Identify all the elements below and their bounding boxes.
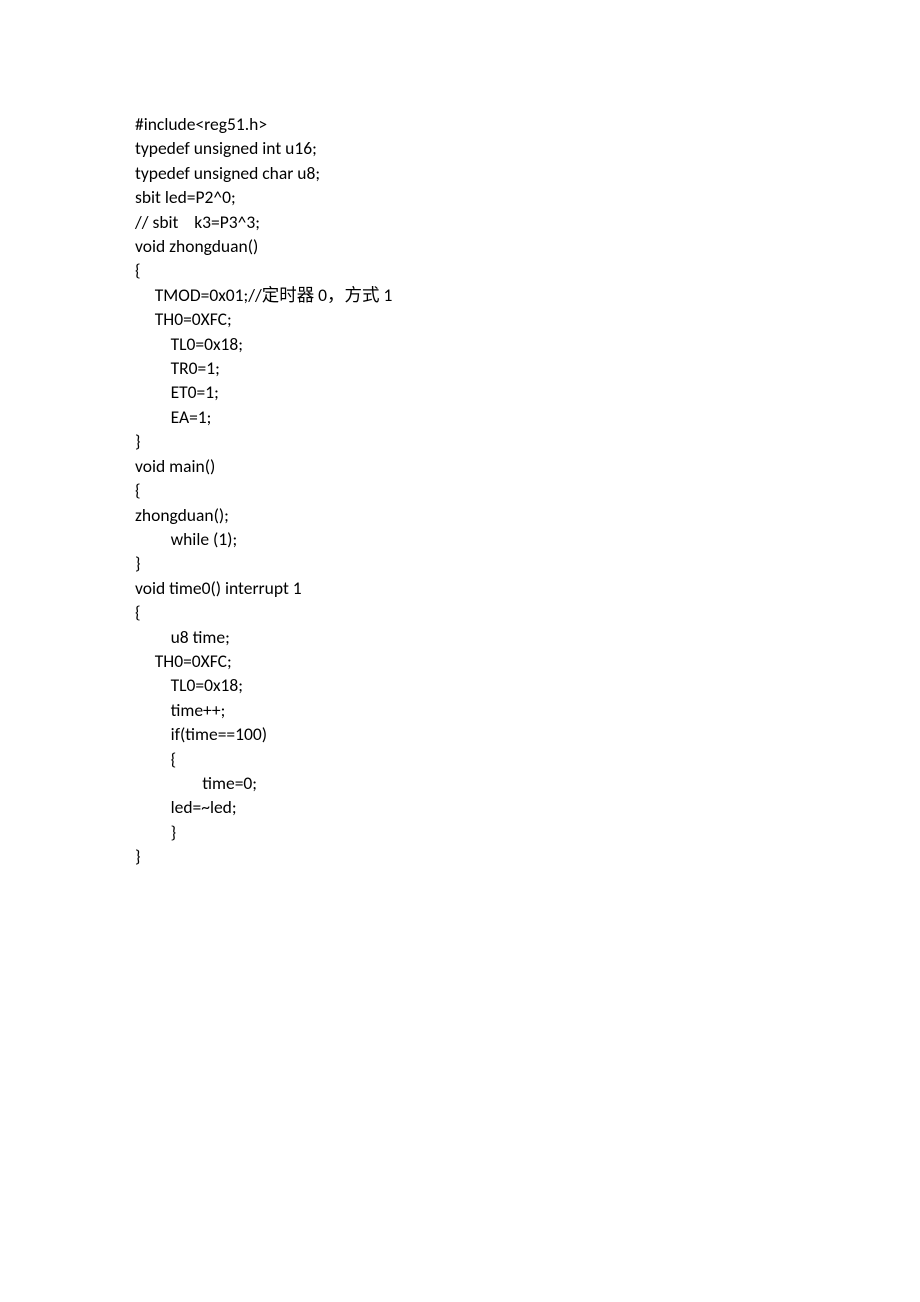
code-line: void time0() interrupt 1 xyxy=(135,576,920,600)
code-line: typedef unsigned char u8; xyxy=(135,161,920,185)
code-line: u8 time; xyxy=(135,625,920,649)
code-line: if(time==100) xyxy=(135,722,920,746)
code-line: } xyxy=(135,820,920,844)
code-line: zhongduan(); xyxy=(135,503,920,527)
code-line: { xyxy=(135,747,920,771)
code-line: led=~led; xyxy=(135,795,920,819)
code-line: EA=1; xyxy=(135,405,920,429)
code-line: TR0=1; xyxy=(135,356,920,380)
code-line: typedef unsigned int u16; xyxy=(135,136,920,160)
code-line: TMOD=0x01;//定时器 0，方式 1 xyxy=(135,283,920,307)
code-line: TL0=0x18; xyxy=(135,673,920,697)
code-line: // sbit k3=P3^3; xyxy=(135,210,920,234)
code-line: TH0=0XFC; xyxy=(135,307,920,331)
code-line: } xyxy=(135,844,920,868)
code-line: void main() xyxy=(135,454,920,478)
code-line: time=0; xyxy=(135,771,920,795)
code-line: time++; xyxy=(135,698,920,722)
code-line: TL0=0x18; xyxy=(135,332,920,356)
document-page: #include<reg51.h> typedef unsigned int u… xyxy=(0,0,920,869)
code-line: { xyxy=(135,478,920,502)
code-line: sbit led=P2^0; xyxy=(135,185,920,209)
code-line: while (1); xyxy=(135,527,920,551)
code-line: { xyxy=(135,600,920,624)
code-line: } xyxy=(135,551,920,575)
code-line: ET0=1; xyxy=(135,380,920,404)
code-line: TH0=0XFC; xyxy=(135,649,920,673)
code-line: { xyxy=(135,258,920,282)
code-line: void zhongduan() xyxy=(135,234,920,258)
code-line: #include<reg51.h> xyxy=(135,112,920,136)
code-line: } xyxy=(135,429,920,453)
